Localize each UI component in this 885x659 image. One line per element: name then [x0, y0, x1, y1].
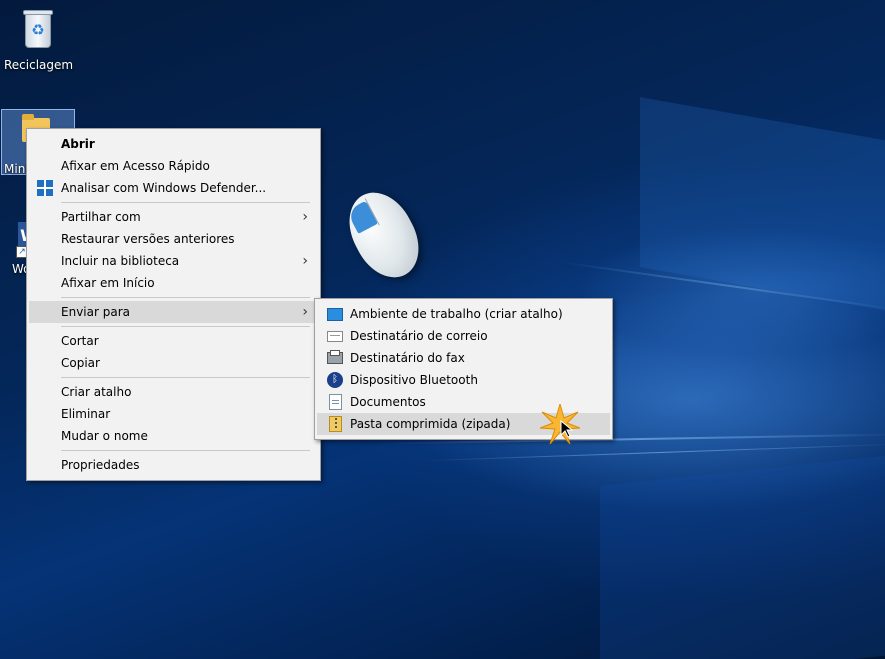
context-menu: Abrir Afixar em Acesso Rápido Analisar c…: [26, 128, 321, 481]
zip-folder-icon: [329, 416, 342, 432]
send-to-bluetooth[interactable]: ᛒ Dispositivo Bluetooth: [317, 369, 610, 391]
submenu-item-label: Destinatário do fax: [350, 351, 465, 365]
submenu-item-label: Dispositivo Bluetooth: [350, 373, 478, 387]
submenu-item-label: Documentos: [350, 395, 426, 409]
submenu-item-label: Pasta comprimida (zipada): [350, 417, 511, 431]
menu-separator: [61, 326, 310, 327]
menu-item-label: Restaurar versões anteriores: [61, 232, 235, 246]
menu-item-label: Incluir na biblioteca: [61, 254, 180, 268]
recycle-bin-label: Reciclagem: [4, 58, 74, 72]
menu-item-open[interactable]: Abrir: [29, 133, 318, 155]
menu-item-cut[interactable]: Cortar: [29, 330, 318, 352]
menu-item-label: Eliminar: [61, 407, 111, 421]
menu-item-label: Partilhar com: [61, 210, 141, 224]
menu-item-label: Abrir: [61, 137, 95, 151]
documents-icon: [329, 394, 342, 410]
chevron-right-icon: ›: [302, 304, 308, 320]
wallpaper-light-pane: [600, 454, 885, 659]
send-to-fax-recipient[interactable]: Destinatário do fax: [317, 347, 610, 369]
menu-separator: [61, 377, 310, 378]
submenu-item-label: Ambiente de trabalho (criar atalho): [350, 307, 563, 321]
menu-item-copy[interactable]: Copiar: [29, 352, 318, 374]
recycle-bin-icon: ♻: [21, 8, 55, 50]
bluetooth-icon: ᛒ: [327, 372, 343, 388]
wallpaper-light-beam: [420, 443, 885, 462]
windows-defender-icon: [37, 180, 53, 196]
chevron-right-icon: ›: [302, 253, 308, 269]
menu-item-scan-defender[interactable]: Analisar com Windows Defender...: [29, 177, 318, 199]
menu-item-label: Cortar: [61, 334, 99, 348]
menu-item-label: Copiar: [61, 356, 100, 370]
menu-item-pin-start[interactable]: Afixar em Início: [29, 272, 318, 294]
menu-item-create-shortcut[interactable]: Criar atalho: [29, 381, 318, 403]
chevron-right-icon: ›: [302, 209, 308, 225]
menu-item-label: Enviar para: [61, 305, 130, 319]
menu-separator: [61, 297, 310, 298]
fax-icon: [327, 350, 343, 364]
menu-separator: [61, 202, 310, 203]
menu-item-properties[interactable]: Propriedades: [29, 454, 318, 476]
menu-item-label: Analisar com Windows Defender...: [61, 181, 267, 195]
mouse-cursor-icon: [560, 420, 574, 438]
desktop-icon-recycle-bin[interactable]: ♻ Reciclagem: [4, 8, 74, 72]
menu-item-pin-quick-access[interactable]: Afixar em Acesso Rápido: [29, 155, 318, 177]
send-to-mail-recipient[interactable]: Destinatário de correio: [317, 325, 610, 347]
menu-item-rename[interactable]: Mudar o nome: [29, 425, 318, 447]
menu-item-label: Afixar em Acesso Rápido: [61, 159, 210, 173]
desktop-icon: [327, 308, 343, 321]
mail-icon: [327, 331, 343, 342]
menu-separator: [61, 450, 310, 451]
menu-item-label: Propriedades: [61, 458, 140, 472]
submenu-item-label: Destinatário de correio: [350, 329, 488, 343]
wallpaper-light-pane: [640, 97, 885, 313]
menu-item-share-with[interactable]: Partilhar com ›: [29, 206, 318, 228]
send-to-desktop[interactable]: Ambiente de trabalho (criar atalho): [317, 303, 610, 325]
menu-item-label: Mudar o nome: [61, 429, 148, 443]
menu-item-send-to[interactable]: Enviar para ›: [29, 301, 318, 323]
menu-item-include-library[interactable]: Incluir na biblioteca ›: [29, 250, 318, 272]
menu-item-delete[interactable]: Eliminar: [29, 403, 318, 425]
menu-item-label: Criar atalho: [61, 385, 132, 399]
menu-item-restore-versions[interactable]: Restaurar versões anteriores: [29, 228, 318, 250]
menu-item-label: Afixar em Início: [61, 276, 155, 290]
